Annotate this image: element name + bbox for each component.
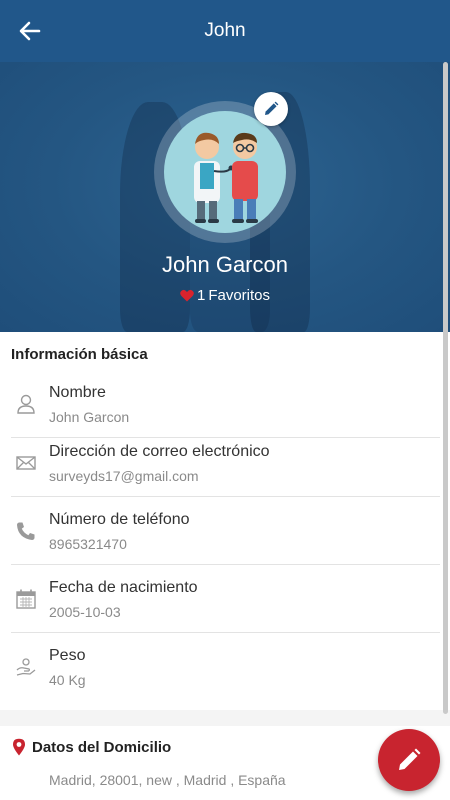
info-row-phone[interactable]: Número de teléfono 8965321470 — [0, 498, 440, 565]
info-row-birthdate[interactable]: Fecha de nacimiento 2005-10-03 — [0, 566, 440, 633]
info-value: 8965321470 — [49, 536, 127, 552]
info-label: Número de teléfono — [49, 511, 190, 528]
top-app-bar: John — [0, 0, 450, 62]
info-label: Nombre — [49, 384, 106, 401]
profile-name: John Garcon — [162, 252, 288, 277]
info-row-weight[interactable]: Peso 40 Kg — [0, 634, 440, 701]
info-value: 40 Kg — [49, 672, 86, 688]
edit-photo-button[interactable] — [254, 92, 288, 126]
doctor-patient-illustration — [194, 132, 258, 223]
mail-icon — [16, 456, 36, 470]
info-value: John Garcon — [49, 409, 130, 425]
divider — [11, 564, 440, 565]
location-pin-icon — [13, 738, 25, 756]
scrollbar[interactable] — [443, 62, 448, 714]
pencil-icon — [399, 748, 421, 770]
address-value: Madrid, 28001, new , Madrid , España — [49, 772, 286, 788]
basic-info-card: Información básica Nombre John Garcon Di… — [0, 332, 450, 710]
favorites-count: 1 — [196, 287, 206, 304]
edit-profile-button[interactable] — [378, 729, 440, 791]
info-label: Dirección de correo electrónico — [49, 443, 270, 460]
avatar[interactable] — [164, 111, 286, 233]
info-row-name[interactable]: Nombre John Garcon — [0, 371, 440, 438]
app-screen: John John Garcon 1 Favoritos Información… — [0, 0, 450, 800]
info-label: Peso — [49, 647, 86, 664]
person-icon — [17, 394, 35, 414]
info-label: Fecha de nacimiento — [49, 579, 198, 596]
favorites-label: Favoritos — [208, 287, 271, 304]
info-value: surveyds17@gmail.com — [49, 468, 199, 484]
info-row-email[interactable]: Dirección de correo electrónico surveyds… — [0, 430, 440, 497]
page-title: John — [204, 20, 246, 41]
favorites-link[interactable]: 1 Favoritos — [0, 287, 450, 304]
section-title-address: Datos del Domicilio — [32, 739, 172, 756]
pencil-icon — [265, 101, 279, 115]
info-value: 2005-10-03 — [49, 604, 121, 620]
scale-icon — [16, 658, 36, 676]
section-title-basic-info: Información básica — [11, 346, 148, 363]
arrow-left-icon — [19, 21, 41, 41]
calendar-icon — [16, 589, 36, 609]
divider — [11, 496, 440, 497]
phone-icon — [17, 522, 35, 540]
heart-icon — [180, 289, 194, 302]
divider — [11, 632, 440, 633]
back-button[interactable] — [14, 17, 46, 45]
profile-header: John Garcon 1 Favoritos — [0, 62, 450, 332]
